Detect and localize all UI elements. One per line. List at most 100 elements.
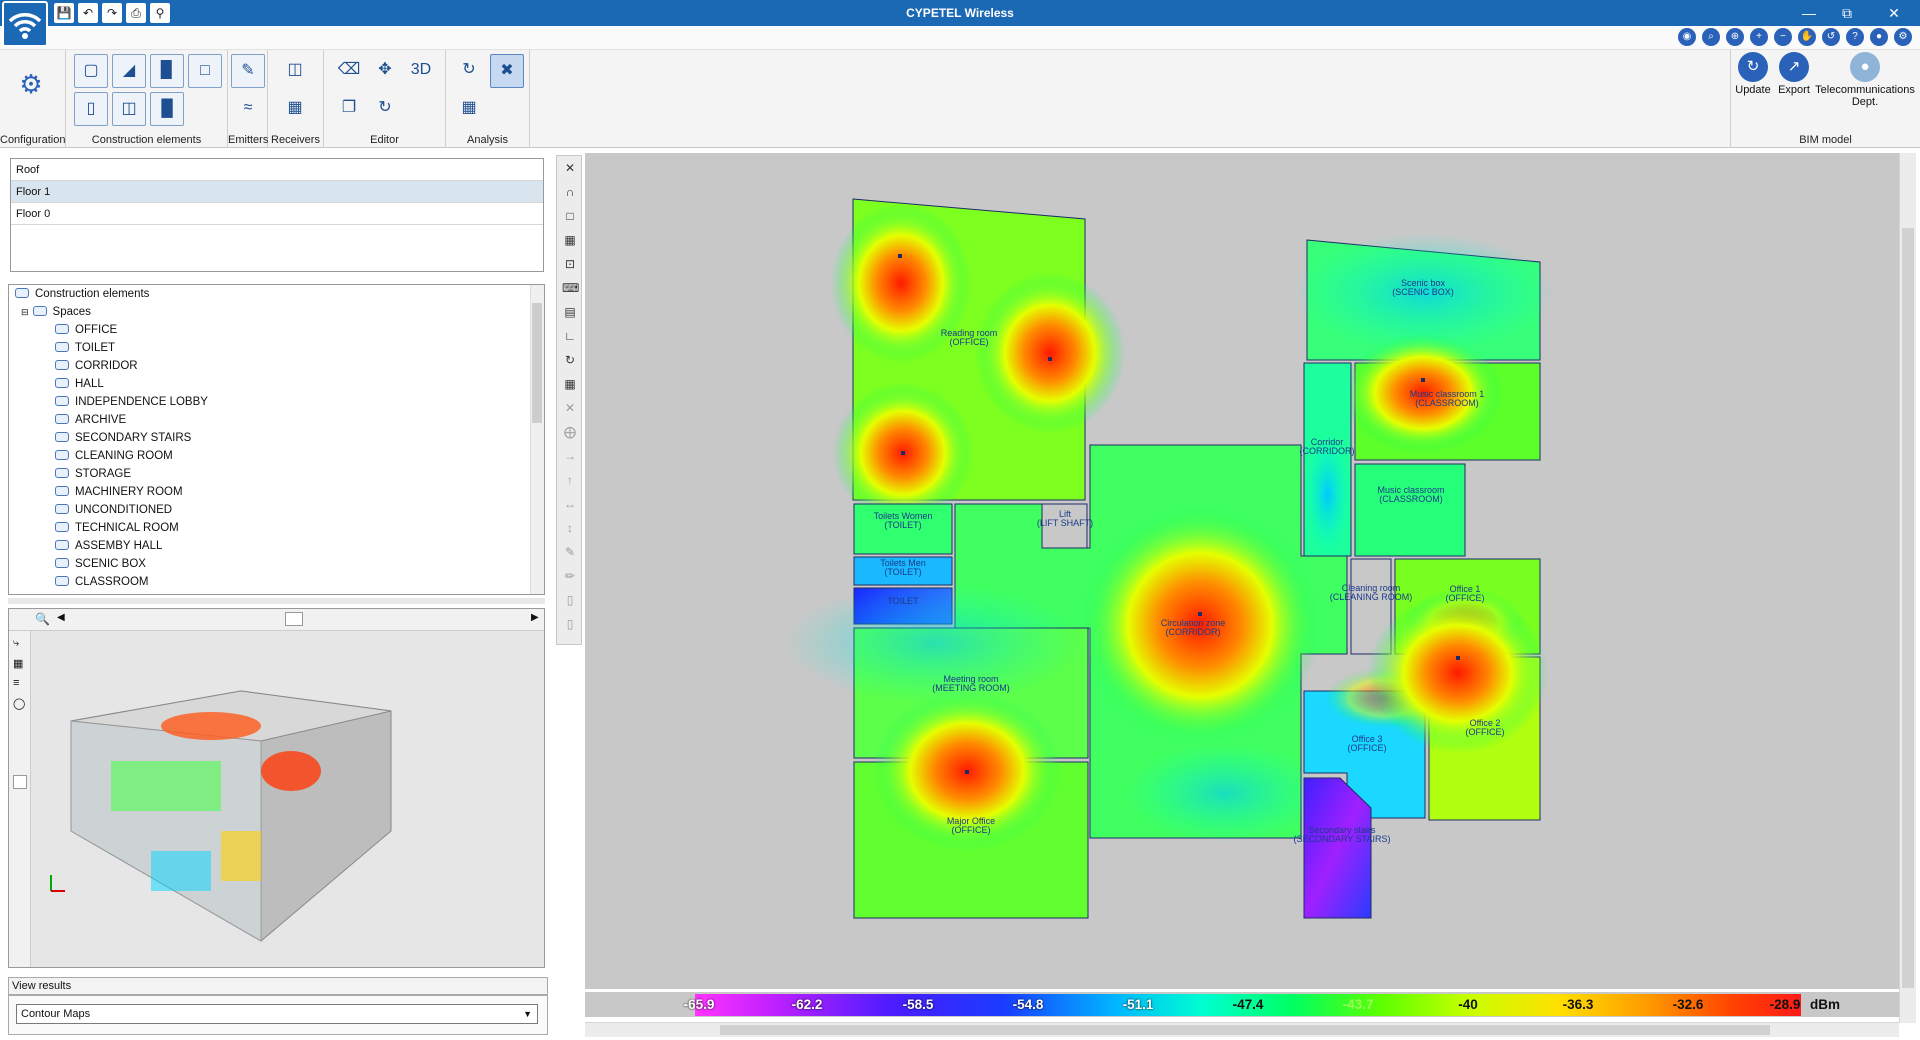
globe-icon[interactable]: ●	[1870, 28, 1888, 46]
receiver-grid-icon[interactable]: ▦	[278, 92, 312, 126]
zoom-out-icon[interactable]: −	[1774, 28, 1792, 46]
split-icon[interactable]: ⨁	[562, 424, 578, 440]
emitter-icon[interactable]	[1048, 357, 1052, 361]
tree-item[interactable]: CLEANING ROOM	[55, 447, 173, 465]
emitter-icon[interactable]	[901, 451, 905, 455]
room-reading-room[interactable]	[831, 198, 1125, 523]
room-corridor[interactable]	[1303, 362, 1352, 557]
horizontal-slider-thumb[interactable]	[285, 612, 303, 626]
tree-scrollbar[interactable]	[530, 285, 544, 594]
copy-icon[interactable]: ❐	[332, 92, 366, 126]
binoculars-icon[interactable]: ◉	[1678, 28, 1696, 46]
scroll-right-icon[interactable]: ▶	[531, 612, 539, 623]
calculate-icon[interactable]: ↻	[452, 54, 486, 88]
shield-icon[interactable]: ◯	[13, 697, 25, 710]
emitter-add-icon[interactable]: ≈	[231, 92, 265, 126]
gear-icon[interactable]: ⚙	[14, 68, 48, 102]
arrow-right-icon[interactable]: →	[562, 448, 578, 464]
tree-item[interactable]: ASSEMBY HALL	[55, 537, 162, 555]
results-table-icon[interactable]: ▦	[452, 92, 486, 126]
arrow-up-icon[interactable]: ↑	[562, 472, 578, 488]
partition-tool-icon[interactable]: █	[150, 92, 184, 126]
floor-plan-canvas[interactable]: Reading room (OFFICE) Scenic box (SCENIC…	[585, 153, 1899, 989]
scroll-left-icon[interactable]: ◀	[57, 612, 65, 623]
refresh-icon[interactable]: ↻	[562, 352, 578, 368]
ruler-icon[interactable]: ▤	[562, 304, 578, 320]
angle-icon[interactable]: ∟	[562, 328, 578, 344]
vertical-scroll-thumb[interactable]	[1902, 228, 1914, 988]
pan-hand-icon[interactable]: ✋	[1798, 28, 1816, 46]
vertical-slider-thumb[interactable]	[13, 775, 27, 789]
previous-view-icon[interactable]: ↺	[1822, 28, 1840, 46]
clip-icon[interactable]: ▯	[562, 616, 578, 632]
tree-item[interactable]: HALL	[55, 375, 104, 393]
opening-tool-icon[interactable]: □	[188, 54, 222, 88]
emitter-edit-icon[interactable]: ✎	[231, 54, 265, 88]
floor-item-floor-0[interactable]: Floor 0	[11, 203, 543, 225]
tree-item[interactable]: TOILET	[55, 339, 115, 357]
tree-item[interactable]: MACHINERY ROOM	[55, 483, 183, 501]
tree-group-spaces[interactable]: ⊟ Spaces	[21, 303, 91, 321]
brush-icon[interactable]: ✎	[562, 544, 578, 560]
room-secondary-stairs[interactable]	[1303, 777, 1372, 919]
telecommunications-dept-button[interactable]: ● Telecommunications Dept.	[1815, 52, 1915, 108]
canvas-horizontal-scrollbar[interactable]	[585, 1022, 1899, 1037]
roof-tool-icon[interactable]: ◢	[112, 54, 146, 88]
app-wifi-icon[interactable]	[2, 1, 48, 47]
layers-icon[interactable]: ≡	[13, 677, 19, 689]
receiver-add-icon[interactable]: ◫	[278, 54, 312, 88]
axes-icon[interactable]: ⤷	[13, 637, 19, 650]
panel-splitter[interactable]	[8, 598, 545, 604]
floor-item-roof[interactable]: Roof	[11, 159, 543, 181]
door-tool-icon[interactable]: ▯	[74, 92, 108, 126]
emitter-icon[interactable]	[1456, 656, 1460, 660]
square-icon[interactable]: □	[562, 208, 578, 224]
restore-button[interactable]: ⧉	[1833, 2, 1861, 24]
window-tool-icon[interactable]: ◫	[112, 92, 146, 126]
3d-icon[interactable]: ▦	[13, 657, 23, 670]
tree-item[interactable]: CORRIDOR	[55, 357, 138, 375]
tree-item[interactable]: STORAGE	[55, 465, 131, 483]
3d-view-icon[interactable]: 3D	[404, 54, 438, 88]
floor-item-floor-1[interactable]: Floor 1	[11, 181, 543, 203]
pencil-icon[interactable]: ✏	[562, 568, 578, 584]
tree-item[interactable]: TECHNICAL ROOM	[55, 519, 179, 537]
minimize-button[interactable]: —	[1795, 2, 1823, 24]
tree-root[interactable]: Construction elements	[15, 285, 149, 303]
eraser-small-icon[interactable]: ▯	[562, 592, 578, 608]
arrow-horizontal-icon[interactable]: ↔	[562, 496, 578, 512]
emitter-icon[interactable]	[965, 770, 969, 774]
room-music-classroom[interactable]	[1354, 463, 1466, 557]
keyboard-icon[interactable]: ⌨	[562, 280, 579, 296]
move-icon[interactable]: ✥	[368, 54, 402, 88]
tree-item[interactable]: SCENIC BOX	[55, 555, 146, 573]
license-icon[interactable]: ⚙	[1894, 28, 1912, 46]
wall-tool-icon[interactable]: ▉	[150, 54, 184, 88]
tree-item[interactable]: SECONDARY STAIRS	[55, 429, 191, 447]
zoom-in-icon[interactable]: +	[1750, 28, 1768, 46]
emitter-icon[interactable]	[898, 254, 902, 258]
emitter-icon[interactable]	[1198, 612, 1202, 616]
eraser-icon[interactable]: ⌫	[332, 54, 366, 88]
cross-icon[interactable]: ✕	[562, 400, 578, 416]
help-icon[interactable]: ?	[1846, 28, 1864, 46]
grid-icon[interactable]: ▦	[562, 232, 578, 248]
tree-item[interactable]: CLASSROOM	[55, 573, 149, 591]
magnet-icon[interactable]: ∩	[562, 184, 578, 200]
slab-tool-icon[interactable]: ▢	[74, 54, 108, 88]
view-results-select[interactable]: Contour Maps ▼	[16, 1004, 538, 1024]
calendar-icon[interactable]: ▦	[562, 376, 578, 392]
tree-scroll-thumb[interactable]	[532, 303, 542, 423]
tree-item[interactable]: OFFICE	[55, 321, 117, 339]
zoom-all-icon[interactable]: ⊕	[1726, 28, 1744, 46]
arrow-vertical-icon[interactable]: ↕	[562, 520, 578, 536]
zoom-window-icon[interactable]: ⌕	[1702, 28, 1720, 46]
horizontal-scroll-thumb[interactable]	[720, 1025, 1770, 1035]
emitter-icon[interactable]	[1421, 378, 1425, 382]
zoom-icon[interactable]: 🔍	[35, 612, 50, 626]
canvas-vertical-scrollbar[interactable]	[1899, 153, 1916, 1023]
tree-item[interactable]: INDEPENDENCE LOBBY	[55, 393, 208, 411]
delete-results-icon[interactable]: ✖	[490, 54, 524, 88]
scissors-icon[interactable]: ✕	[562, 160, 578, 176]
tree-item[interactable]: ARCHIVE	[55, 411, 126, 429]
